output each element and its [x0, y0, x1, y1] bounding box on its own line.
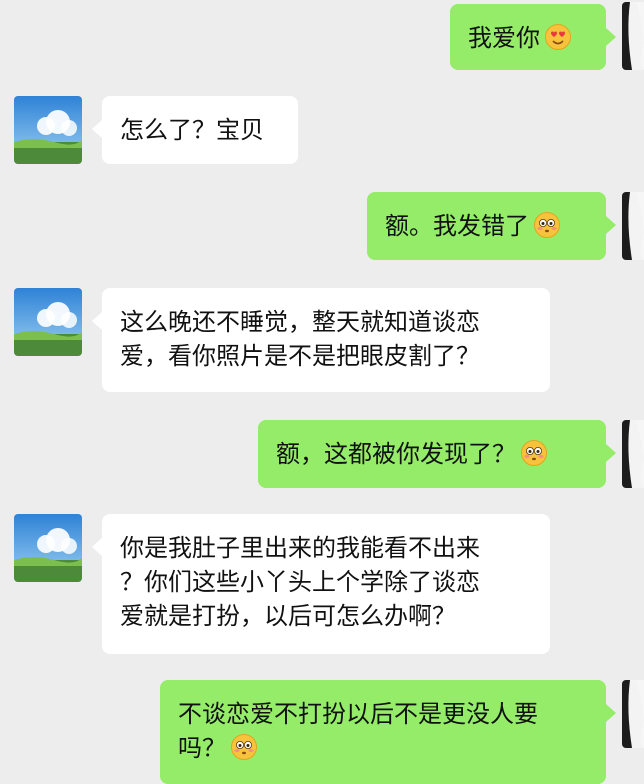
message-bubble-outgoing[interactable]: 额，这都被你发现了？ [258, 420, 616, 488]
my-avatar[interactable] [622, 192, 644, 260]
message-bubble-incoming[interactable]: 怎么了？宝贝 [92, 96, 298, 164]
message-row-outgoing: 额，这都被你发现了？ [0, 420, 644, 500]
contact-avatar[interactable] [14, 514, 82, 582]
message-bubble-incoming[interactable]: 你是我肚子里出来的我能看不出来 ？你们这些小丫头上个学除了谈恋 爱就是打扮，以后… [92, 514, 550, 654]
message-text: 额，这都被你发现了？ [276, 440, 516, 468]
chat-conversation: 我爱你 怎么了？宝贝 额。我发错了 这么晚还不睡觉，整天就知道谈恋 爱，看你照片… [0, 0, 644, 784]
message-bubble-incoming[interactable]: 这么晚还不睡觉，整天就知道谈恋 爱，看你照片是不是把眼皮割了？ [92, 288, 550, 392]
message-row-outgoing: 不谈恋爱不打扮以后不是更没人要 吗？ [0, 680, 644, 784]
contact-avatar[interactable] [14, 96, 82, 164]
message-text: 怎么了？宝贝 [120, 116, 264, 144]
message-bubble-outgoing[interactable]: 我爱你 [450, 4, 616, 70]
message-text: 你是我肚子里出来的我能看不出来 ？你们这些小丫头上个学除了谈恋 爱就是打扮，以后… [120, 534, 480, 630]
flushed-emoji-icon [230, 733, 258, 761]
message-bubble-outgoing[interactable]: 不谈恋爱不打扮以后不是更没人要 吗？ [160, 680, 616, 784]
message-text: 这么晚还不睡觉，整天就知道谈恋 爱，看你照片是不是把眼皮割了？ [120, 308, 480, 370]
message-text: 额。我发错了 [385, 212, 529, 240]
my-avatar[interactable] [622, 420, 644, 488]
message-bubble-outgoing[interactable]: 额。我发错了 [367, 192, 616, 260]
my-avatar[interactable] [622, 680, 644, 748]
message-row-outgoing: 额。我发错了 [0, 192, 644, 272]
heart-eyes-emoji-icon [544, 23, 572, 51]
message-row-incoming: 怎么了？宝贝 [0, 96, 644, 176]
flushed-emoji-icon [533, 211, 561, 239]
message-row-incoming: 这么晚还不睡觉，整天就知道谈恋 爱，看你照片是不是把眼皮割了？ [0, 288, 644, 398]
message-row-incoming: 你是我肚子里出来的我能看不出来 ？你们这些小丫头上个学除了谈恋 爱就是打扮，以后… [0, 514, 644, 664]
message-text: 我爱你 [468, 24, 540, 52]
contact-avatar[interactable] [14, 288, 82, 356]
flushed-emoji-icon [520, 439, 548, 467]
message-row-outgoing: 我爱你 [0, 0, 644, 80]
my-avatar[interactable] [622, 2, 644, 70]
